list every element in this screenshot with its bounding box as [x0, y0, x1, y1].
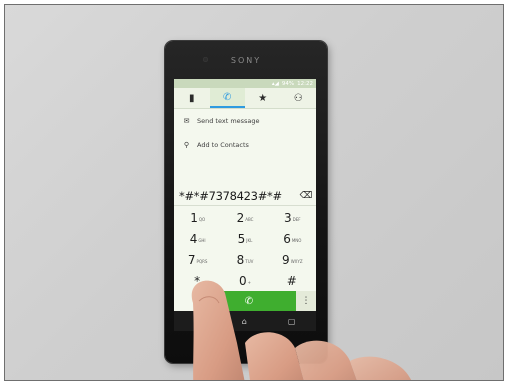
key-digit: 4: [189, 231, 198, 246]
key-8[interactable]: 8 TUV: [221, 249, 268, 270]
photo-frame: SONY ▴◢ 94% 12:22 ▮ ✆ ★ ⚇ ✉ Send text me…: [4, 4, 504, 381]
phone-brand: SONY: [230, 56, 262, 65]
key-letters: ABC: [245, 216, 254, 222]
key-9[interactable]: 9 WXYZ: [269, 249, 316, 270]
key-3[interactable]: 3 DEF: [269, 207, 316, 228]
key-letters: PQRS: [196, 258, 208, 264]
dial-keypad: 1 QO 2 ABC 3 DEF 4 GHI 5 JKL 6 MNO 7 PQRS 8 TUV …: [174, 207, 316, 291]
key-digit: 1: [190, 210, 198, 225]
key-letters: WXYZ: [290, 258, 303, 264]
more-options-button[interactable]: ⋮: [296, 291, 316, 311]
tab-groups[interactable]: ⚇: [281, 88, 317, 108]
key-letters: JKL: [246, 237, 253, 243]
key-digit: 2: [236, 210, 245, 225]
contacts-icon: ▮: [188, 92, 195, 104]
key-5[interactable]: 5 JKL: [221, 228, 268, 249]
send-text-message-item[interactable]: ✉ Send text message: [174, 109, 316, 133]
entered-number[interactable]: *#*#7378423#*#: [174, 189, 296, 203]
phone-screen: ▴◢ 94% 12:22 ▮ ✆ ★ ⚇ ✉ Send text message…: [174, 79, 316, 331]
home-nav-icon[interactable]: ⌂: [242, 317, 247, 326]
recent-apps-icon[interactable]: ▢: [288, 317, 296, 326]
key-digit: *: [194, 273, 201, 288]
key-0[interactable]: 0 +: [221, 270, 268, 291]
key-digit: #: [286, 273, 297, 288]
system-nav-bar: ◁ ⌂ ▢: [174, 311, 316, 331]
call-bar: ✆ ⋮: [174, 291, 316, 311]
status-time: 12:22: [297, 80, 313, 87]
key-letters: GHI: [198, 237, 206, 243]
more-vertical-icon: ⋮: [301, 296, 311, 306]
key-digit: 8: [236, 252, 245, 267]
key-letters: DEF: [292, 216, 301, 222]
call-icon: ✆: [244, 295, 254, 307]
key-star[interactable]: *: [174, 270, 221, 291]
key-digit: 7: [187, 252, 196, 267]
add-contacts-label: Add to Contacts: [197, 141, 249, 149]
key-digit: 6: [283, 231, 291, 246]
key-digit: 5: [237, 231, 246, 246]
battery-indicator: 94%: [281, 80, 295, 87]
key-2[interactable]: 2 ABC: [221, 207, 268, 228]
key-letters: +: [247, 279, 251, 285]
key-7[interactable]: 7 PQRS: [174, 249, 221, 270]
signal-icon: ▴◢: [271, 80, 279, 87]
key-digit: 9: [282, 252, 290, 267]
backspace-icon[interactable]: ⌫: [296, 191, 316, 201]
tab-favorites[interactable]: ★: [245, 88, 281, 108]
send-text-label: Send text message: [197, 117, 260, 125]
key-digit: 0: [238, 273, 247, 288]
call-button[interactable]: ✆: [202, 291, 296, 311]
phone-device: SONY ▴◢ 94% 12:22 ▮ ✆ ★ ⚇ ✉ Send text me…: [165, 41, 327, 363]
key-letters: TUV: [245, 258, 254, 264]
add-contact-icon: ⚲: [183, 141, 190, 149]
message-icon: ✉: [183, 117, 190, 125]
key-letters: QO: [198, 216, 206, 222]
tab-phone[interactable]: ✆: [209, 88, 245, 108]
key-digit: 3: [284, 210, 292, 225]
key-1[interactable]: 1 QO: [174, 207, 221, 228]
phone-icon: ✆: [223, 91, 232, 103]
key-6[interactable]: 6 MNO: [269, 228, 316, 249]
key-4[interactable]: 4 GHI: [174, 228, 221, 249]
key-letters: MNO: [291, 237, 302, 243]
key-hash[interactable]: #: [269, 270, 316, 291]
add-to-contacts-item[interactable]: ⚲ Add to Contacts: [174, 133, 316, 157]
star-icon: ★: [258, 92, 268, 104]
back-nav-icon[interactable]: ◁: [195, 317, 201, 326]
dialer-tabs: ▮ ✆ ★ ⚇: [174, 88, 316, 109]
number-display: *#*#7378423#*# ⌫: [174, 187, 316, 206]
status-bar: ▴◢ 94% 12:22: [174, 79, 316, 88]
tab-contacts[interactable]: ▮: [174, 88, 210, 108]
groups-icon: ⚇: [293, 92, 303, 104]
